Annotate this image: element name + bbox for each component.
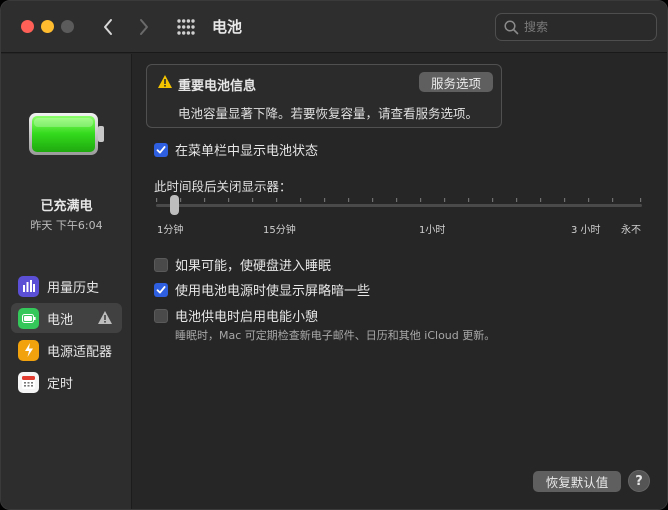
- minimize-button[interactable]: [41, 20, 54, 33]
- calendar-icon: [18, 371, 39, 393]
- sidebar-item-label: 用量历史: [47, 280, 100, 296]
- sidebar-item-schedule[interactable]: 定时: [11, 367, 122, 397]
- back-button[interactable]: [97, 15, 119, 39]
- alert-body: 电池容量显著下降。若要恢复容量，请查看服务选项。: [178, 106, 479, 121]
- dim-display-option[interactable]: 使用电池电源时使显示屏略暗一些: [154, 280, 370, 299]
- disk-sleep-option[interactable]: 如果可能，使硬盘进入睡眠: [154, 255, 331, 274]
- sidebar-item-battery[interactable]: 电池: [11, 303, 122, 333]
- show-in-menubar-label: 在菜单栏中显示电池状态: [175, 144, 319, 159]
- window: 电池 搜索 已充满电 昨天 下午6:04 用量历史 电池 电源适配器 定时 重要…: [0, 0, 668, 510]
- service-options-button[interactable]: 服务选项: [419, 72, 493, 92]
- sidebar-item-label: 电源适配器: [47, 344, 113, 360]
- power-nap-note: 睡眠时，Mac 可定期检查新电子邮件、日历和其他 iCloud 更新。: [175, 329, 496, 342]
- lightning-icon: [18, 339, 39, 361]
- sidebar: 已充满电 昨天 下午6:04 用量历史 电池 电源适配器 定时: [1, 54, 132, 509]
- power-nap-option[interactable]: 电池供电时启用电能小憩: [154, 306, 318, 325]
- dim-display-label: 使用电池电源时使显示屏略暗一些: [175, 284, 371, 299]
- title-bar: 电池: [1, 1, 667, 53]
- tick-label: 永不: [621, 225, 641, 236]
- show-in-menubar-option[interactable]: 在菜单栏中显示电池状态: [154, 140, 318, 159]
- slider-knob[interactable]: [170, 195, 179, 215]
- restore-defaults-button[interactable]: 恢复默认值: [533, 471, 621, 492]
- sidebar-item-power-adapter[interactable]: 电源适配器: [11, 335, 122, 365]
- grid-icon: [177, 19, 195, 35]
- show-all-button[interactable]: [175, 17, 197, 37]
- charge-time: 昨天 下午6:04: [30, 219, 103, 232]
- display-off-label: 此时间段后关闭显示器：: [154, 179, 292, 194]
- chevron-right-icon: [140, 19, 148, 35]
- slider-ticks: [156, 198, 642, 202]
- battery-alert: 重要电池信息 电池容量显著下降。若要恢复容量，请查看服务选项。 服务选项: [146, 64, 502, 128]
- search-icon: [504, 20, 519, 35]
- checkmark-icon: [156, 145, 166, 153]
- search-input[interactable]: [524, 18, 650, 36]
- sidebar-item-usage-history[interactable]: 用量历史: [11, 271, 122, 301]
- forward-button[interactable]: [133, 15, 155, 39]
- dim-display-checkbox[interactable]: [154, 282, 168, 297]
- tick-label: 1小时: [419, 225, 446, 236]
- tick-label: 1分钟: [157, 225, 184, 236]
- power-nap-checkbox[interactable]: [154, 308, 168, 323]
- checkmark-icon: [156, 285, 166, 293]
- sidebar-item-label: 电池: [47, 312, 74, 328]
- show-in-menubar-checkbox[interactable]: [154, 142, 168, 157]
- chevron-left-icon: [104, 19, 112, 35]
- warning-icon: [158, 75, 172, 88]
- zoom-button[interactable]: [61, 20, 74, 33]
- window-title: 电池: [212, 18, 243, 36]
- tick-label: 3 小时: [571, 225, 601, 236]
- battery-icon: [29, 113, 104, 155]
- battery-small-icon: [18, 307, 39, 329]
- alert-title: 重要电池信息: [178, 79, 257, 94]
- search-field[interactable]: [495, 13, 657, 41]
- tick-label: 15分钟: [263, 225, 296, 236]
- help-button[interactable]: ?: [628, 470, 650, 492]
- close-button[interactable]: [21, 20, 34, 33]
- disk-sleep-checkbox[interactable]: [154, 257, 168, 272]
- bar-chart-icon: [18, 275, 39, 297]
- sidebar-item-label: 定时: [47, 376, 74, 392]
- power-nap-label: 电池供电时启用电能小憩: [175, 310, 319, 325]
- display-off-slider[interactable]: [154, 194, 644, 216]
- main-panel: 重要电池信息 电池容量显著下降。若要恢复容量，请查看服务选项。 服务选项 在菜单…: [133, 54, 667, 509]
- disk-sleep-label: 如果可能，使硬盘进入睡眠: [175, 259, 332, 274]
- warning-icon: [98, 311, 112, 324]
- charge-status: 已充满电: [40, 199, 93, 214]
